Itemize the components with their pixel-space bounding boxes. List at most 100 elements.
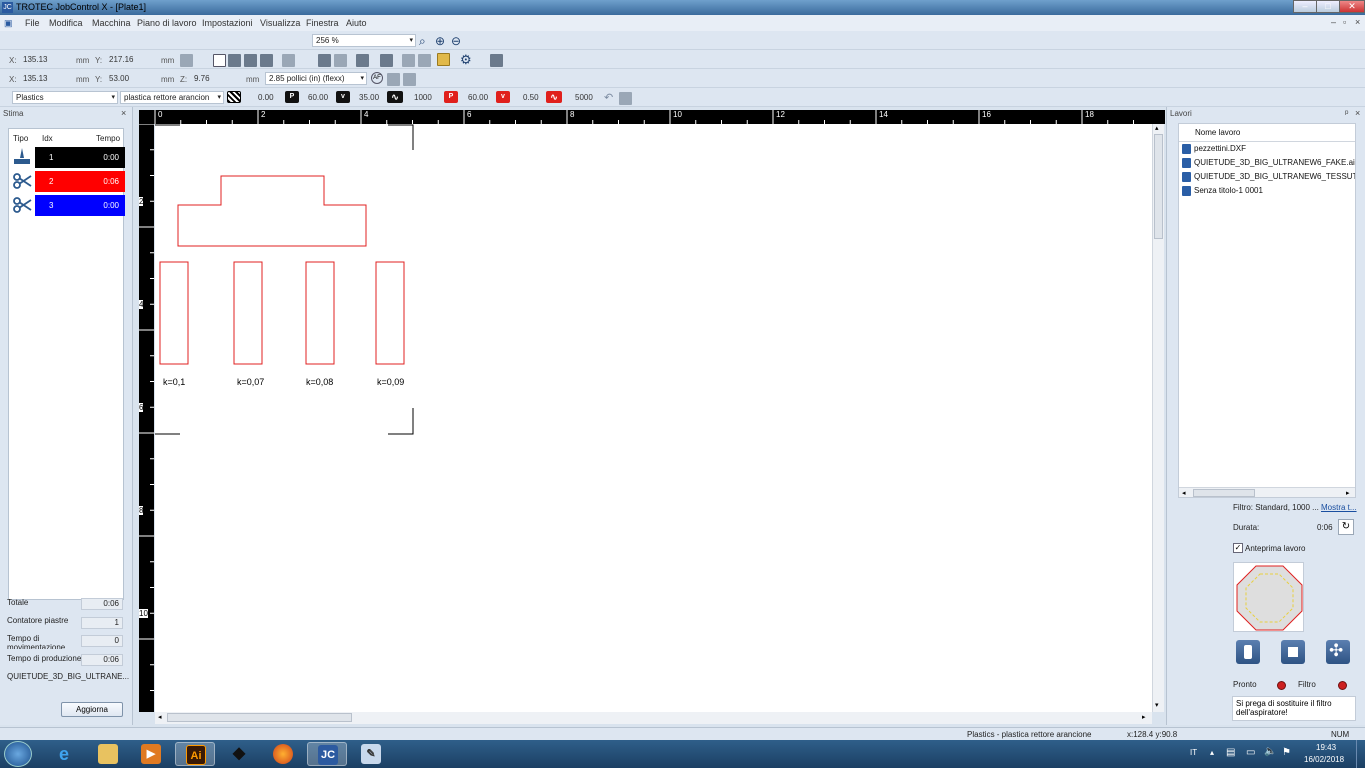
mdi-minimize-button[interactable]: – <box>1331 17 1336 27</box>
horizontal-scroll-thumb[interactable] <box>167 713 352 722</box>
close-button[interactable]: ✕ <box>1339 0 1365 13</box>
canvas-vertical-scrollbar[interactable]: ▴ ▾ <box>1152 124 1164 712</box>
jobcontrol-taskbar-button[interactable]: JC <box>307 742 347 766</box>
paint-taskbar-button[interactable]: ✎ <box>351 742 391 766</box>
show-desktop-button[interactable] <box>1356 740 1365 768</box>
menu-file[interactable]: File <box>25 18 40 28</box>
undo-icon[interactable]: ↶ <box>604 91 613 104</box>
cut-frequency-value[interactable]: 5000 <box>575 93 593 102</box>
layout-icon[interactable] <box>402 54 415 67</box>
list-item[interactable]: QUIETUDE_3D_BIG_ULTRANEW6_TESSUTO <box>1182 172 1355 182</box>
preview-checkbox[interactable]: ✓ <box>1233 543 1243 553</box>
job-list-header[interactable]: Nome lavoro <box>1195 128 1240 137</box>
media-taskbar-button[interactable]: ▶ <box>131 742 171 766</box>
menu-macchina[interactable]: Macchina <box>92 18 131 28</box>
scroll-up-icon[interactable]: ▴ <box>1155 124 1159 132</box>
x2-field[interactable]: 135.13 <box>23 74 47 83</box>
test-strip-4[interactable] <box>375 261 405 365</box>
copy-icon[interactable] <box>334 54 347 67</box>
settings-gear-icon[interactable]: ⚙ <box>460 52 472 68</box>
stepped-part[interactable] <box>177 175 367 247</box>
menu-finestra[interactable]: Finestra <box>306 18 339 28</box>
canvas-horizontal-scrollbar[interactable]: ◂ ▸ <box>155 712 1152 724</box>
zoom-select[interactable]: 256 % ▾ <box>312 34 416 47</box>
test-strip-1[interactable] <box>159 261 189 365</box>
z-field[interactable]: 9.76 <box>194 74 210 83</box>
scroll-right-icon[interactable]: ▸ <box>1142 713 1146 721</box>
pointer-icon[interactable] <box>403 73 416 86</box>
cut-power-value[interactable]: 60.00 <box>468 93 488 102</box>
list-item[interactable]: pezzettini.DXF <box>1182 144 1246 154</box>
y2-field[interactable]: 53.00 <box>109 74 129 83</box>
engrave-speed-value[interactable]: 35.00 <box>359 93 379 102</box>
network-icon[interactable]: ▭ <box>1246 747 1255 758</box>
job-list-hscroll[interactable]: ◂ ▸ <box>1179 487 1355 497</box>
align-icon[interactable] <box>318 54 331 67</box>
zoom-out-icon[interactable]: ⊖ <box>451 34 461 48</box>
start-job-button[interactable] <box>1236 640 1260 664</box>
test-strip-2[interactable] <box>233 261 263 365</box>
vertical-scroll-thumb[interactable] <box>1154 134 1163 239</box>
lavori-close-icon[interactable]: × <box>1355 108 1360 118</box>
test-strip-3[interactable] <box>305 261 335 365</box>
save-icon[interactable] <box>228 54 241 67</box>
menu-piano-di-lavoro[interactable]: Piano di lavoro <box>137 18 197 28</box>
printer-icon[interactable]: ▤ <box>1226 747 1235 758</box>
focus-icon[interactable] <box>387 73 400 86</box>
y-field[interactable]: 217.16 <box>109 55 133 64</box>
scroll-left-icon[interactable]: ◂ <box>158 713 162 721</box>
lens-select[interactable]: 2.85 pollici (in) (flexx) ▾ <box>265 72 367 85</box>
show-link[interactable]: Mostra t... <box>1321 503 1357 512</box>
menu-impostazioni[interactable]: Impostazioni <box>202 18 253 28</box>
hatch-value[interactable]: 0.00 <box>258 93 274 102</box>
nest-icon[interactable] <box>418 54 431 67</box>
contatore-value[interactable]: 1 <box>81 617 123 629</box>
aggiorna-button[interactable]: Aggiorna <box>61 702 123 717</box>
maximize-button[interactable]: □ <box>1316 0 1340 13</box>
list-item[interactable]: Senza titolo-1 0001 <box>1182 186 1263 196</box>
refresh-icon[interactable]: ↻ <box>1338 519 1354 535</box>
material-select[interactable]: plastica rettore arancion ▾ <box>120 91 224 104</box>
volume-icon[interactable]: 🔈 <box>1264 746 1276 757</box>
x-field[interactable]: 135.13 <box>23 55 47 64</box>
group-icon[interactable] <box>380 54 393 67</box>
mdi-restore-button[interactable]: ▫ <box>1343 17 1346 27</box>
table-row[interactable]: 2 0:06 <box>35 171 125 192</box>
scroll-down-icon[interactable]: ▾ <box>1155 701 1159 709</box>
pin-icon[interactable]: ᵖ <box>1345 108 1348 118</box>
add-object-icon[interactable] <box>356 54 369 67</box>
stop-button[interactable] <box>1281 640 1305 664</box>
scroll-left-icon[interactable]: ◂ <box>1182 489 1186 497</box>
menu-modifica[interactable]: Modifica <box>49 18 83 28</box>
horizontal-scroll-thumb[interactable] <box>1193 489 1255 497</box>
origin-icon[interactable] <box>180 54 193 67</box>
print-icon[interactable] <box>260 54 273 67</box>
autofocus-icon[interactable]: AF <box>371 72 383 84</box>
explorer-taskbar-button[interactable] <box>88 742 128 766</box>
view-eye-icon[interactable] <box>437 53 450 66</box>
illustrator-taskbar-button[interactable]: Ai <box>175 742 215 766</box>
list-item[interactable]: QUIETUDE_3D_BIG_ULTRANEW6_FAKE.ai <box>1182 158 1355 168</box>
menu-visualizza[interactable]: Visualizza <box>260 18 300 28</box>
tools-icon[interactable] <box>490 54 503 67</box>
frequency-value[interactable]: 1000 <box>414 93 432 102</box>
cut-speed-value[interactable]: 0.50 <box>523 93 539 102</box>
mdi-close-button[interactable]: × <box>1355 17 1360 27</box>
tray-expand-icon[interactable]: ▴ <box>1210 748 1214 757</box>
clock-time[interactable]: 19:43 <box>1316 743 1336 752</box>
ie-taskbar-button[interactable]: e <box>44 742 84 766</box>
plate-canvas[interactable]: k=0,1 k=0,07 k=0,08 k=0,09 <box>155 124 1152 712</box>
clock-date[interactable]: 16/02/2018 <box>1304 755 1344 764</box>
minimize-button[interactable]: – <box>1293 0 1317 13</box>
new-icon[interactable] <box>213 54 226 67</box>
table-row[interactable]: 3 0:00 <box>35 195 125 216</box>
move-icon[interactable] <box>282 54 295 67</box>
stima-close-icon[interactable]: × <box>121 108 126 118</box>
zoom-fit-icon[interactable]: ⌕ <box>419 34 426 49</box>
scroll-right-icon[interactable]: ▸ <box>1346 489 1350 497</box>
start-icon[interactable] <box>4 741 32 767</box>
flag-icon[interactable]: ⚑ <box>1282 747 1291 758</box>
material-group-select[interactable]: Plastics ▾ <box>12 91 118 104</box>
save-material-icon[interactable] <box>619 92 632 105</box>
exhaust-button[interactable]: ✣ <box>1326 640 1350 664</box>
